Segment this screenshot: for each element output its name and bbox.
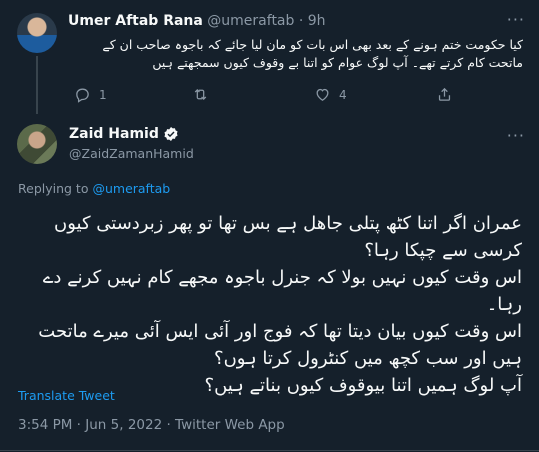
more-options-icon[interactable]: ··· — [507, 126, 525, 145]
author-name[interactable]: Umer Aftab Rana — [68, 13, 203, 29]
tweet-line: اس وقت کیوں بیان دیتا تھا کہ فوج اور آئی… — [38, 321, 522, 369]
author-name-row[interactable]: Zaid Hamid — [69, 126, 179, 142]
divider — [0, 450, 539, 451]
tweet-line: اس وقت کیوں نہیں بولا کہ جنرل باجوہ مجھے… — [42, 267, 522, 315]
tweet-actions: 1 4 — [68, 86, 523, 106]
retweet-button[interactable] — [192, 86, 217, 103]
author-name[interactable]: Zaid Hamid — [69, 126, 159, 142]
like-icon — [316, 88, 329, 101]
more-options-icon[interactable]: ··· — [507, 10, 525, 29]
tweet-text: عمران اگر اتنا کٹھ پتلی جاھل ہے بس تھا ت… — [14, 210, 522, 399]
replying-to: Replying to @umeraftab — [18, 181, 170, 196]
avatar[interactable] — [17, 13, 57, 53]
tweet-line: عمران اگر اتنا کٹھ پتلی جاھل ہے بس تھا ت… — [54, 213, 522, 261]
parent-tweet[interactable]: Umer Aftab Rana @umeraftab · 9h ··· کیا … — [0, 0, 539, 114]
dot-separator: · — [298, 13, 304, 29]
retweet-icon — [194, 88, 207, 101]
avatar[interactable] — [17, 124, 57, 164]
replying-to-link[interactable]: @umeraftab — [92, 181, 170, 196]
tweet-header: Umer Aftab Rana @umeraftab · 9h — [68, 13, 326, 29]
replying-prefix: Replying to — [18, 181, 89, 196]
like-count: 4 — [339, 87, 347, 102]
share-icon — [438, 87, 451, 101]
verified-badge-icon — [164, 127, 178, 141]
tweet-time[interactable]: 9h — [308, 13, 326, 29]
reply-icon — [76, 88, 89, 103]
reply-count: 1 — [99, 87, 107, 102]
tweet-text: کیا حکومت ختم ہونے کے بعد بھی اس بات کو … — [102, 37, 523, 70]
like-button[interactable]: 4 — [314, 86, 347, 103]
author-handle[interactable]: @ZaidZamanHamid — [69, 146, 194, 161]
reply-button[interactable]: 1 — [74, 86, 107, 103]
tweet-timestamp[interactable]: 3:54 PM · Jun 5, 2022 · Twitter Web App — [18, 417, 285, 433]
author-handle[interactable]: @umeraftab — [207, 13, 294, 29]
thread-line — [36, 56, 38, 114]
share-button[interactable] — [436, 86, 453, 103]
translate-tweet-link[interactable]: Translate Tweet — [18, 388, 115, 403]
